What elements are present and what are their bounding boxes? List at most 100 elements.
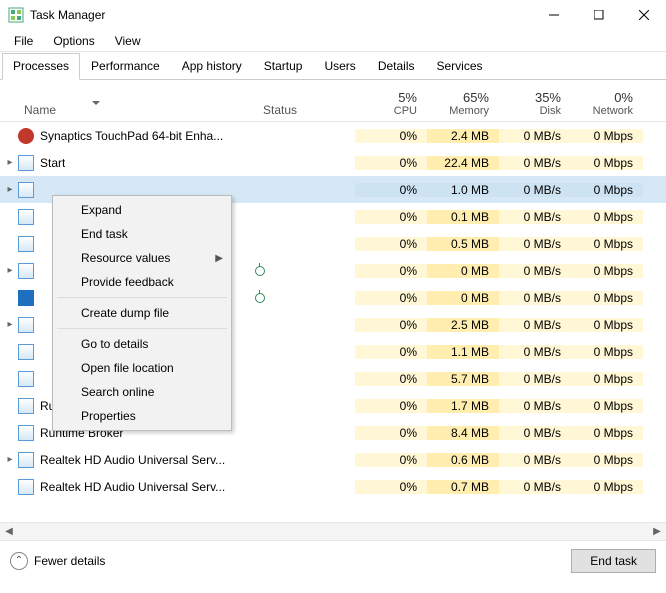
disk-cell: 0 MB/s	[499, 237, 571, 251]
cm-separator	[57, 328, 227, 329]
eco-leaf-icon	[255, 293, 265, 303]
table-row[interactable]: ▸Realtek HD Audio Universal Serv...0%0.7…	[0, 473, 666, 500]
process-icon	[18, 479, 34, 495]
tab-users[interactable]: Users	[313, 53, 366, 79]
disk-cell: 0 MB/s	[499, 291, 571, 305]
process-name-cell: ▸Realtek HD Audio Universal Serv...	[0, 479, 255, 495]
scroll-right-icon[interactable]: ▶	[650, 525, 664, 539]
expand-chevron-icon[interactable]: ▸	[4, 157, 16, 169]
cm-search-online[interactable]: Search online	[53, 380, 231, 404]
network-cell: 0 Mbps	[571, 291, 643, 305]
cm-go-to-details[interactable]: Go to details	[53, 332, 231, 356]
cpu-percent: 5%	[398, 90, 417, 105]
disk-cell: 0 MB/s	[499, 399, 571, 413]
column-name[interactable]: Name	[0, 80, 255, 121]
process-name: Realtek HD Audio Universal Serv...	[40, 453, 225, 467]
maximize-button[interactable]	[576, 0, 621, 30]
network-percent: 0%	[614, 90, 633, 105]
cm-end-task[interactable]: End task	[53, 222, 231, 246]
cm-expand[interactable]: Expand	[53, 198, 231, 222]
memory-cell: 1.7 MB	[427, 399, 499, 413]
status-cell	[255, 266, 355, 276]
process-icon	[18, 236, 34, 252]
eco-leaf-icon	[255, 266, 265, 276]
process-icon	[18, 155, 34, 171]
network-cell: 0 Mbps	[571, 372, 643, 386]
memory-cell: 8.4 MB	[427, 426, 499, 440]
chevron-up-icon: ⌃	[10, 552, 28, 570]
network-label: Network	[593, 105, 633, 117]
process-icon	[18, 209, 34, 225]
process-name: Start	[40, 156, 65, 170]
process-icon	[18, 128, 34, 144]
network-cell: 0 Mbps	[571, 318, 643, 332]
memory-cell: 0.6 MB	[427, 453, 499, 467]
column-headers: Name Status 5% CPU 65% Memory 35% Disk 0…	[0, 80, 666, 122]
tab-services[interactable]: Services	[426, 53, 494, 79]
cm-resource-values[interactable]: Resource values ▶	[53, 246, 231, 270]
minimize-button[interactable]	[531, 0, 576, 30]
disk-cell: 0 MB/s	[499, 318, 571, 332]
process-name-cell: ▸Synaptics TouchPad 64-bit Enha...	[0, 128, 255, 144]
memory-cell: 2.5 MB	[427, 318, 499, 332]
disk-cell: 0 MB/s	[499, 264, 571, 278]
disk-cell: 0 MB/s	[499, 426, 571, 440]
tabs: Processes Performance App history Startu…	[0, 52, 666, 80]
network-cell: 0 Mbps	[571, 399, 643, 413]
memory-cell: 0.1 MB	[427, 210, 499, 224]
close-button[interactable]	[621, 0, 666, 30]
disk-cell: 0 MB/s	[499, 183, 571, 197]
tab-details[interactable]: Details	[367, 53, 426, 79]
memory-cell: 0 MB	[427, 264, 499, 278]
tab-startup[interactable]: Startup	[253, 53, 314, 79]
disk-cell: 0 MB/s	[499, 480, 571, 494]
table-row[interactable]: ▸Synaptics TouchPad 64-bit Enha...0%2.4 …	[0, 122, 666, 149]
horizontal-scrollbar[interactable]: ◀ ▶	[0, 522, 666, 540]
process-name: Realtek HD Audio Universal Serv...	[40, 480, 225, 494]
fewer-details-toggle[interactable]: ⌃ Fewer details	[10, 552, 105, 570]
cm-open-file-location[interactable]: Open file location	[53, 356, 231, 380]
cpu-cell: 0%	[355, 399, 427, 413]
menu-options[interactable]: Options	[43, 32, 104, 50]
sort-chevron-icon	[92, 101, 100, 105]
table-row[interactable]: ▸Realtek HD Audio Universal Serv...0%0.6…	[0, 446, 666, 473]
cm-properties[interactable]: Properties	[53, 404, 231, 428]
process-icon	[18, 182, 34, 198]
cpu-cell: 0%	[355, 237, 427, 251]
network-cell: 0 Mbps	[571, 345, 643, 359]
end-task-button[interactable]: End task	[571, 549, 656, 573]
window-title: Task Manager	[30, 8, 531, 22]
column-cpu[interactable]: 5% CPU	[355, 80, 427, 121]
network-cell: 0 Mbps	[571, 183, 643, 197]
cm-create-dump[interactable]: Create dump file	[53, 301, 231, 325]
tab-app-history[interactable]: App history	[171, 53, 253, 79]
column-disk[interactable]: 35% Disk	[499, 80, 571, 121]
expand-chevron-icon[interactable]: ▸	[4, 454, 16, 466]
column-status[interactable]: Status	[255, 80, 355, 121]
disk-label: Disk	[540, 105, 561, 117]
disk-cell: 0 MB/s	[499, 345, 571, 359]
expand-chevron-icon[interactable]: ▸	[4, 184, 16, 196]
network-cell: 0 Mbps	[571, 156, 643, 170]
column-network[interactable]: 0% Network	[571, 80, 643, 121]
app-icon	[8, 7, 24, 23]
memory-cell: 2.4 MB	[427, 129, 499, 143]
network-cell: 0 Mbps	[571, 426, 643, 440]
network-cell: 0 Mbps	[571, 210, 643, 224]
table-row[interactable]: ▸Start0%22.4 MB0 MB/s0 Mbps	[0, 149, 666, 176]
menu-view[interactable]: View	[105, 32, 151, 50]
menubar: File Options View	[0, 30, 666, 52]
memory-cell: 1.0 MB	[427, 183, 499, 197]
cm-provide-feedback[interactable]: Provide feedback	[53, 270, 231, 294]
process-icon	[18, 317, 34, 333]
column-memory[interactable]: 65% Memory	[427, 80, 499, 121]
expand-chevron-icon[interactable]: ▸	[4, 319, 16, 331]
tab-processes[interactable]: Processes	[2, 53, 80, 80]
tab-performance[interactable]: Performance	[80, 53, 171, 79]
memory-cell: 22.4 MB	[427, 156, 499, 170]
scroll-left-icon[interactable]: ◀	[2, 525, 16, 539]
menu-file[interactable]: File	[4, 32, 43, 50]
cpu-cell: 0%	[355, 480, 427, 494]
disk-cell: 0 MB/s	[499, 156, 571, 170]
expand-chevron-icon[interactable]: ▸	[4, 265, 16, 277]
